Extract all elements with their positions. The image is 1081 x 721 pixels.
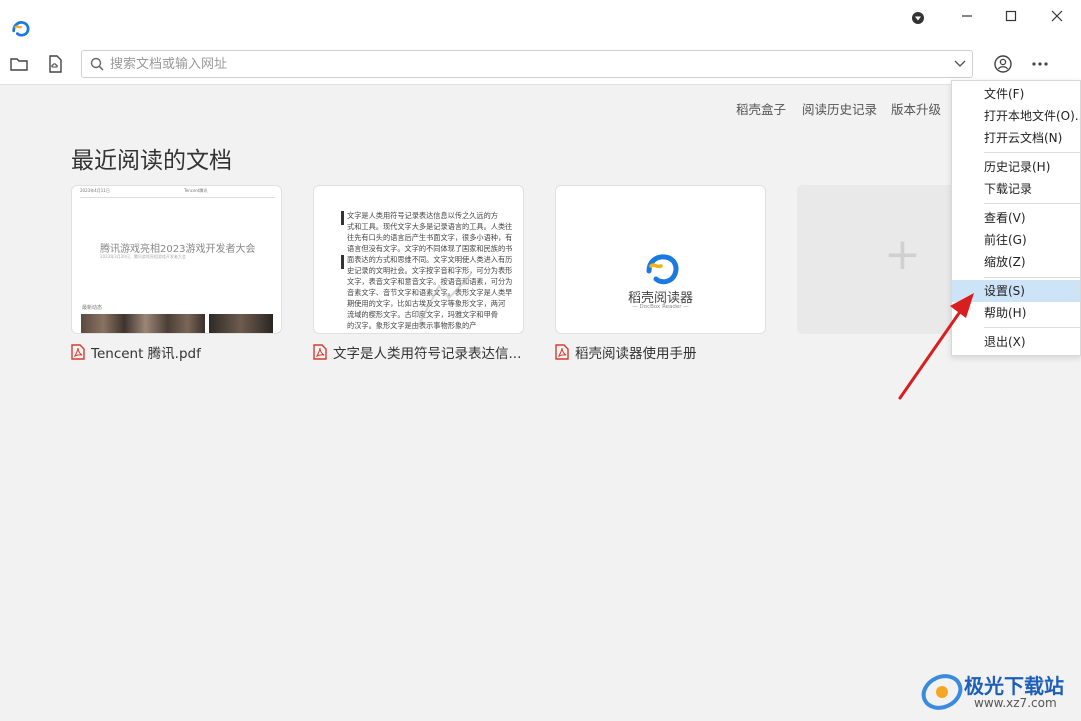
document-caption[interactable]: 文字是人类用符号记录表达信... — [313, 342, 528, 362]
folder-icon[interactable] — [9, 54, 29, 74]
menu-item-downloads[interactable]: 下载记录 — [952, 178, 1080, 200]
cloud-document-icon[interactable] — [45, 54, 65, 74]
thumb-photo — [209, 314, 273, 333]
menu-item-file[interactable]: 文件(F) — [952, 83, 1080, 105]
plus-icon: + — [884, 229, 921, 280]
maximize-button[interactable] — [999, 4, 1023, 28]
document-card-manual[interactable]: 稻壳阅读器 — DocBox Reader — — [555, 185, 766, 334]
account-icon[interactable] — [993, 54, 1013, 74]
site-watermark: 极光下载站 www.xz7.com — [920, 668, 1080, 718]
document-filename: 文字是人类用符号记录表达信... — [333, 346, 522, 362]
diagonal-stamp-icon — [416, 273, 472, 329]
user-status-icon[interactable] — [906, 6, 930, 30]
document-filename: 稻壳阅读器使用手册 — [575, 346, 697, 362]
annotation-arrow-icon — [898, 293, 974, 400]
watermark-logo-icon — [921, 674, 963, 710]
title-bar — [0, 0, 1081, 44]
menu-separator — [984, 203, 1080, 204]
text-cursor-mark — [341, 255, 344, 269]
document-card-tencent[interactable]: 2023年4月11日 Tencent腾讯 腾讯游戏亮相2023游戏开发者大会 2… — [71, 185, 282, 334]
document-caption[interactable]: 稻壳阅读器使用手册 — [555, 342, 770, 362]
menu-separator — [984, 327, 1080, 328]
thumb-photo — [81, 314, 205, 333]
more-options-icon[interactable] — [1030, 54, 1050, 74]
close-button[interactable] — [1045, 4, 1069, 28]
text-cursor-mark — [341, 211, 344, 225]
thumb-divider — [80, 197, 275, 198]
watermark-url: www.xz7.com — [974, 696, 1057, 710]
pdf-icon — [555, 344, 569, 360]
pdf-icon — [71, 344, 85, 360]
reading-history-link[interactable]: 阅读历史记录 — [802, 99, 877, 118]
thumb-tag: 最新动态 — [82, 305, 103, 311]
menu-separator — [984, 277, 1080, 278]
minimize-button[interactable] — [955, 4, 979, 28]
version-upgrade-link[interactable]: 版本升级 — [891, 99, 941, 118]
thumb-header-date: 2023年4月11日 — [80, 188, 110, 193]
thumb-subtext: 2023年3月20日，腾讯游戏亮相游戏开发者大会 — [100, 254, 186, 259]
recent-documents-title: 最近阅读的文档 — [71, 148, 232, 174]
menu-separator — [984, 152, 1080, 153]
document-filename: Tencent 腾讯.pdf — [91, 346, 201, 362]
thumb-brand-english: — DocBox Reader — — [632, 304, 689, 310]
menu-item-history[interactable]: 历史记录(H) — [952, 156, 1080, 178]
docbox-logo-icon — [646, 254, 679, 285]
pdf-icon — [313, 344, 327, 360]
daoke-box-link[interactable]: 稻壳盒子 — [736, 99, 786, 118]
menu-item-open-local[interactable]: 打开本地文件(O)... — [952, 105, 1080, 127]
menu-item-zoom[interactable]: 缩放(Z) — [952, 251, 1080, 273]
menu-item-open-cloud[interactable]: 打开云文档(N) — [952, 127, 1080, 149]
document-caption[interactable]: Tencent 腾讯.pdf — [71, 342, 286, 362]
thumb-heading: 腾讯游戏亮相2023游戏开发者大会 — [100, 244, 256, 255]
search-input[interactable] — [110, 53, 930, 75]
search-icon — [90, 57, 104, 71]
app-logo-icon — [12, 21, 30, 37]
document-card-text[interactable]: 文字是人类用符号记录表达信息以传之久远的方 式和工具。现代文字大多是记录语言的工… — [313, 185, 524, 334]
menu-item-go[interactable]: 前往(G) — [952, 229, 1080, 251]
menu-item-view[interactable]: 查看(V) — [952, 207, 1080, 229]
thumb-header-brand: Tencent腾讯 — [184, 188, 208, 193]
chevron-down-icon[interactable] — [954, 59, 966, 69]
address-search-box[interactable] — [81, 50, 973, 78]
watermark-name: 极光下载站 — [964, 674, 1064, 698]
